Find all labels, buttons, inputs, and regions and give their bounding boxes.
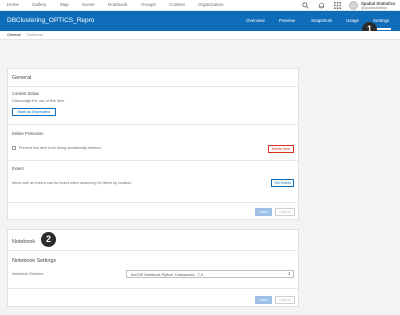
delete-item-button[interactable]: Delete Item [268,145,294,153]
delete-protection-heading: Delete Protection [12,131,44,136]
nav-organization[interactable]: Organization [198,2,224,8]
divider [8,202,298,203]
nav-scene[interactable]: Scene [82,2,95,8]
item-title: DBClustering_OPTICS_Repro [7,17,95,24]
general-section-title: General [12,75,32,81]
nav-home[interactable]: Home [7,2,19,8]
notebook-section-title: Notebook [12,239,36,245]
divider [8,160,298,161]
notebook-save-button[interactable]: Save [255,296,272,304]
notebook-runtime-value: ArcGIS Notebook Python 3 Advanced - 7.0 [131,272,203,277]
notebook-runtime-select[interactable]: ArcGIS Notebook Python 3 Advanced - 7.0 … [126,270,294,278]
settings-subtabs: General Notebook [0,31,400,40]
content-status-description: Discourage the use of this item. [12,99,66,103]
tab-settings[interactable]: Settings [373,18,389,23]
divider [8,86,298,87]
notebook-cancel-button[interactable]: Cancel [275,296,295,304]
avatar[interactable] [349,1,358,10]
bell-icon[interactable] [318,2,325,9]
set-extent-button[interactable]: Set Extent [271,179,294,187]
tab-usage[interactable]: Usage [346,18,359,23]
divider [8,124,298,125]
extent-description: Items with an extent can be found when s… [12,181,133,185]
divider [8,250,298,251]
callout-marker-2: 2 [41,232,56,247]
apps-grid-icon[interactable] [334,2,341,9]
chevron-up-down-icon: ⇕ [287,271,291,276]
top-navigation-bar: Home Gallery Map Scene Notebook Groups C… [0,0,400,11]
prevent-delete-label: Prevent this item from being accidentall… [19,146,102,150]
search-icon[interactable] [302,2,309,9]
subtab-notebook[interactable]: Notebook [27,33,43,37]
mark-as-deprecated-button[interactable]: Mark as Deprecated [12,108,56,116]
divider [8,288,298,289]
general-save-button[interactable]: Save [255,208,272,216]
nav-content[interactable]: Content [169,2,185,8]
item-header-bar: DBClustering_OPTICS_Repro Overview Previ… [0,11,400,31]
nav-gallery[interactable]: Gallery [32,2,46,8]
tab-overview[interactable]: Overview [246,18,265,23]
nav-map[interactable]: Map [60,2,69,8]
tab-snapshots[interactable]: Snapshots [311,18,332,23]
nav-groups[interactable]: Groups [141,2,156,8]
user-handle: @spatialstatistics [361,6,388,10]
subtab-general[interactable]: General [7,33,21,37]
notebook-runtime-label: Notebook Runtime [12,272,44,276]
general-settings-card: General Content Status Discourage the us… [7,68,299,220]
prevent-delete-checkbox[interactable] [12,146,16,150]
notebook-settings-heading: Notebook Settings [12,258,57,264]
content-status-heading: Content Status [12,91,40,96]
general-cancel-button[interactable]: Cancel [275,208,295,216]
extent-heading: Extent [12,166,24,171]
tab-preview[interactable]: Preview [279,18,295,23]
nav-notebook[interactable]: Notebook [108,2,127,8]
